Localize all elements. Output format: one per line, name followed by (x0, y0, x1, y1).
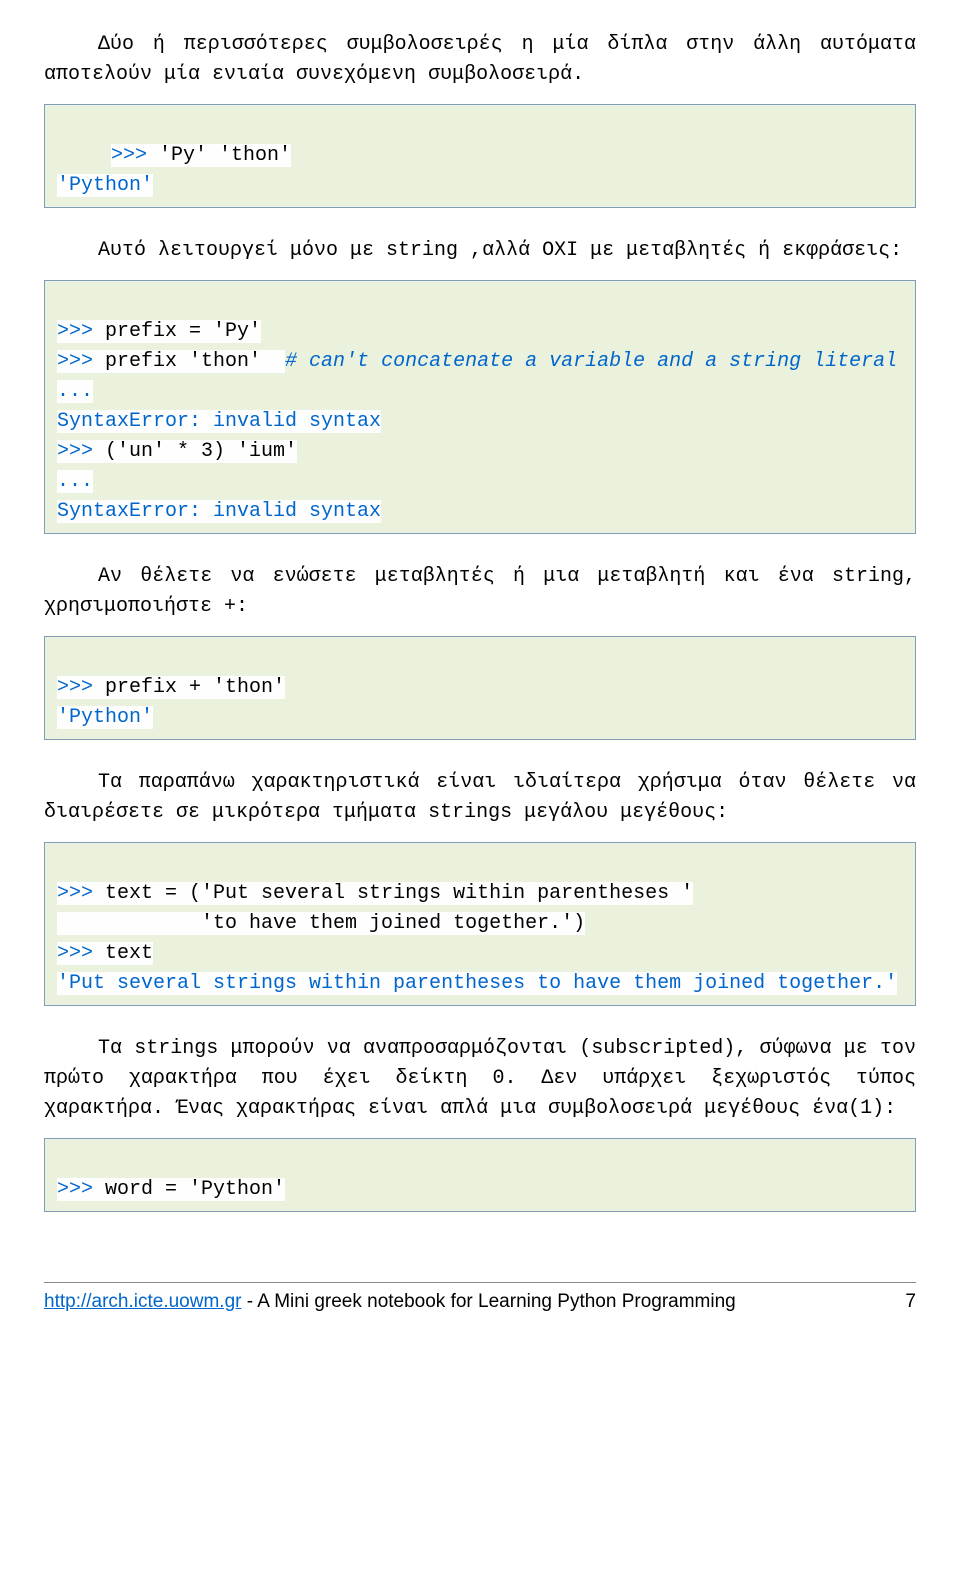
code-text: prefix = 'Py' (93, 320, 261, 343)
footer-text: http://arch.icte.uowm.gr - A Mini greek … (44, 1291, 736, 1313)
paragraph-4: Τα παραπάνω χαρακτηριστικά είναι ιδιαίτε… (44, 768, 916, 828)
footer-link[interactable]: http://arch.icte.uowm.gr (44, 1291, 241, 1312)
page-number: 7 (905, 1291, 916, 1313)
prompt: >>> (57, 1178, 93, 1201)
code-ellipsis: ... (57, 380, 93, 403)
prompt: >>> (57, 440, 93, 463)
code-block-1: >>> 'Py' 'thon' 'Python' (44, 104, 916, 208)
paragraph-3: Αν θέλετε να ενώσετε μεταβλητές ή μια με… (44, 562, 916, 622)
code-text: word = 'Python' (93, 1178, 285, 1201)
paragraph-2: Αυτό λειτουργεί μόνο με string ,αλλά ΟΧΙ… (44, 236, 916, 266)
code-block-2: >>> prefix = 'Py' >>> prefix 'thon' # ca… (44, 280, 916, 534)
code-text: text = ('Put several strings within pare… (93, 882, 693, 905)
code-output: 'Put several strings within parentheses … (57, 972, 897, 995)
code-comment: # can't concatenate a variable and a str… (285, 350, 897, 373)
footer-title: - A Mini greek notebook for Learning Pyt… (241, 1291, 735, 1312)
code-text: 'to have them joined together.') (57, 912, 585, 935)
prompt: >>> (57, 942, 93, 965)
document-page: Δύο ή περισσότερες συμβολοσειρές η μία δ… (0, 0, 960, 1333)
prompt: >>> (57, 320, 93, 343)
code-error: SyntaxError: invalid syntax (57, 410, 381, 433)
prompt: >>> (111, 144, 147, 167)
prompt: >>> (57, 676, 93, 699)
code-text: 'Py' 'thon' (147, 144, 291, 167)
code-text: prefix 'thon' (93, 350, 285, 373)
paragraph-5: Τα strings μπορούν να αναπροσαρμόζονται … (44, 1034, 916, 1124)
code-text: prefix + 'thon' (93, 676, 285, 699)
code-text: text (93, 942, 153, 965)
code-ellipsis: ... (57, 470, 93, 493)
code-output: 'Python' (57, 706, 153, 729)
prompt: >>> (57, 882, 93, 905)
code-text: ('un' * 3) 'ium' (93, 440, 297, 463)
code-block-4: >>> text = ('Put several strings within … (44, 842, 916, 1006)
code-block-5: >>> word = 'Python' (44, 1138, 916, 1212)
code-block-3: >>> prefix + 'thon' 'Python' (44, 636, 916, 740)
code-output: 'Python' (57, 174, 153, 197)
prompt: >>> (57, 350, 93, 373)
code-error: SyntaxError: invalid syntax (57, 500, 381, 523)
paragraph-1: Δύο ή περισσότερες συμβολοσειρές η μία δ… (44, 30, 916, 90)
page-footer: http://arch.icte.uowm.gr - A Mini greek … (44, 1282, 916, 1313)
